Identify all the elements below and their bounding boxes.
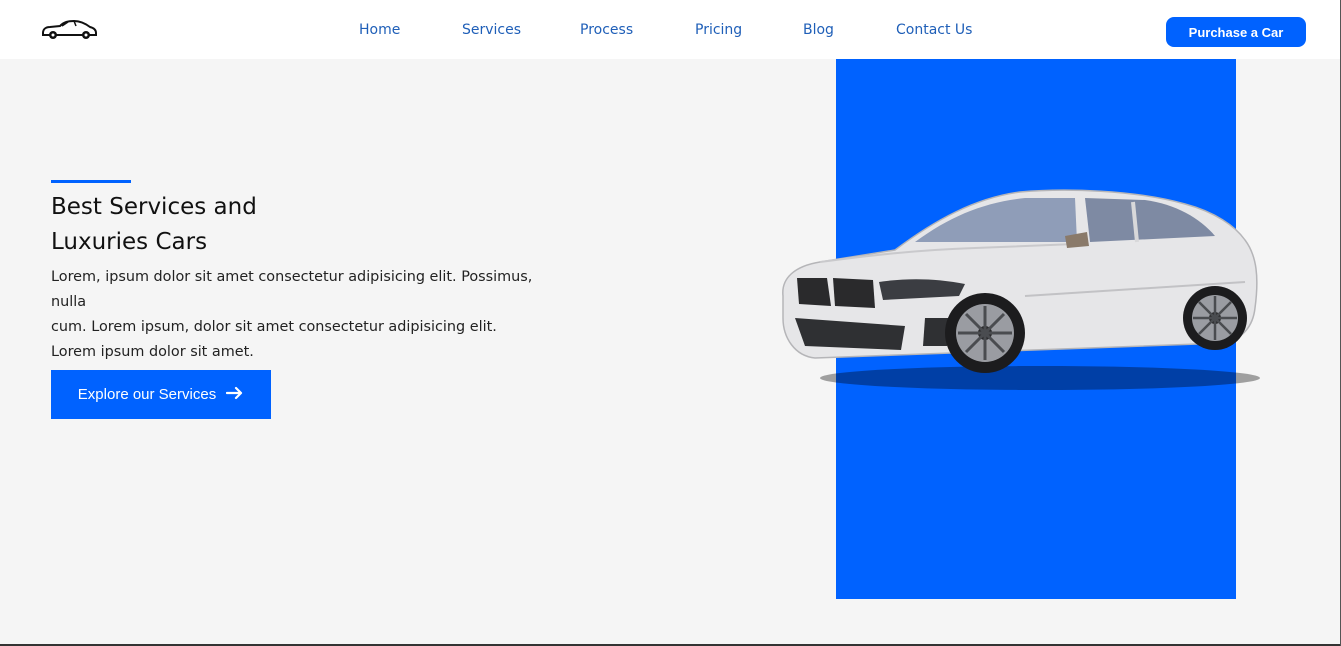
hero-description-line1: Lorem, ipsum dolor sit amet consectetur … [51,269,533,310]
nav-link-services[interactable]: Services [462,22,521,38]
purchase-car-button[interactable]: Purchase a Car [1166,17,1306,47]
navbar: Home Services Process Pricing Blog Conta… [0,0,1341,59]
nav-link-contact-us[interactable]: Contact Us [896,22,972,38]
hero-title: Best Services and Luxuries Cars [51,190,311,260]
explore-services-label: Explore our Services [77,386,217,403]
explore-services-button[interactable]: Explore our Services [51,370,271,419]
hero-title-line2: Luxuries Cars [51,229,208,255]
hero-accent-line [51,180,131,183]
main-nav: Home Services Process Pricing Blog Conta… [0,0,1341,59]
hero-description-line3: Lorem ipsum dolor sit amet. [51,344,254,360]
car-image [775,178,1265,393]
hero-description-line2: cum. Lorem ipsum, dolor sit amet consect… [51,319,497,335]
hero-description: Lorem, ipsum dolor sit amet consectetur … [51,265,571,365]
nav-link-process[interactable]: Process [580,22,633,38]
nav-link-blog[interactable]: Blog [803,22,834,38]
nav-link-home[interactable]: Home [359,22,400,38]
arrow-right-icon [226,386,244,404]
hero-title-line1: Best Services and [51,194,257,220]
nav-link-pricing[interactable]: Pricing [695,22,742,38]
